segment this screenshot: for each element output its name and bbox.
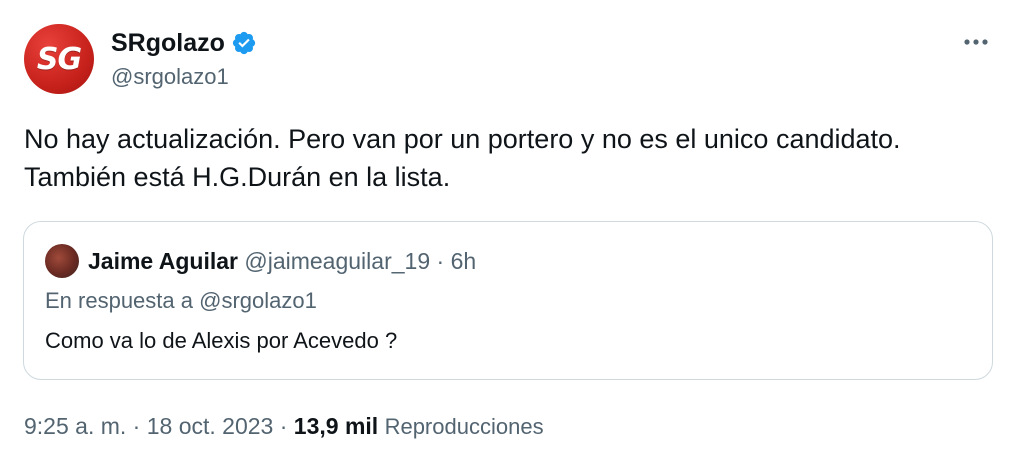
author-display-name[interactable]: SRgolazo (111, 29, 225, 57)
tweet-text: No hay actualización. Pero van por un po… (24, 120, 1004, 196)
tweet-text-line-2: También está H.G.Durán en la lista. (24, 162, 451, 192)
author-handle[interactable]: @srgolazo1 (111, 64, 229, 90)
quoted-time[interactable]: 6h (451, 248, 477, 274)
quoted-author-avatar[interactable] (45, 244, 79, 278)
tweet-meta: 9:25 a. m. · 18 oct. 2023 · 13,9 mil Rep… (24, 410, 544, 443)
views-count: 13,9 mil (293, 413, 379, 439)
meta-separator: · (279, 413, 288, 439)
reply-prefix: En respuesta a (45, 288, 193, 313)
more-options-icon[interactable] (958, 30, 994, 54)
quoted-tweet-card[interactable]: Jaime Aguilar @jaimeaguilar_19 · 6h En r… (23, 221, 993, 380)
reply-handle-link[interactable]: @srgolazo1 (199, 288, 317, 313)
quoted-separator: · (436, 248, 445, 274)
tweet-time[interactable]: 9:25 a. m. (24, 413, 126, 439)
quoted-author-handle[interactable]: @jaimeaguilar_19 (244, 248, 430, 274)
tweet-date[interactable]: 18 oct. 2023 (147, 413, 274, 439)
tweet-text-line-1: No hay actualización. Pero van por un po… (24, 124, 901, 154)
quoted-tweet-text: Como va lo de Alexis por Acevedo ? (45, 328, 398, 353)
avatar-logo-text: SG (36, 41, 82, 77)
author-avatar[interactable]: SG (24, 24, 94, 94)
quoted-tweet-header: Jaime Aguilar @jaimeaguilar_19 · 6h (88, 246, 476, 276)
meta-separator: · (132, 413, 141, 439)
views-label: Reproducciones (384, 414, 544, 439)
quoted-author-name[interactable]: Jaime Aguilar (88, 248, 238, 274)
author-name-row[interactable]: SRgolazo (111, 29, 257, 57)
quoted-reply-context: En respuesta a @srgolazo1 (45, 286, 317, 316)
verified-badge-icon[interactable] (231, 30, 257, 56)
